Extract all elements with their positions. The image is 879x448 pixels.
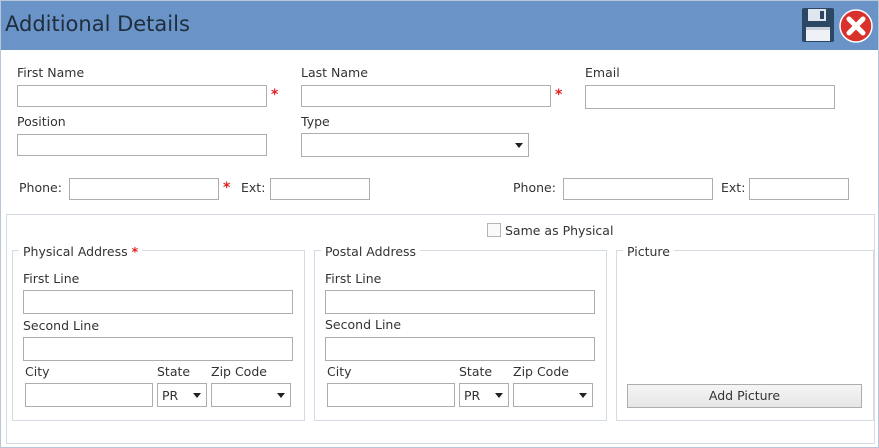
- physical-first-line-input[interactable]: [23, 290, 293, 314]
- phone-input[interactable]: [69, 178, 219, 200]
- same-as-physical-label: Same as Physical: [505, 223, 614, 238]
- close-circle-icon[interactable]: [839, 9, 873, 43]
- first-name-input[interactable]: [17, 85, 267, 107]
- postal-state-label: State: [459, 364, 493, 379]
- postal-second-line-input[interactable]: [325, 337, 595, 361]
- postal-state-value: PR: [464, 388, 481, 403]
- postal-city-label: City: [327, 364, 352, 379]
- postal-second-line-label: Second Line: [325, 317, 402, 332]
- postal-first-line-input[interactable]: [325, 290, 595, 314]
- window-title: Additional Details: [5, 12, 190, 36]
- last-name-input[interactable]: [301, 85, 551, 107]
- physical-second-line-label: Second Line: [23, 318, 100, 333]
- add-picture-button[interactable]: Add Picture: [627, 384, 862, 408]
- first-name-required-marker: *: [271, 87, 279, 103]
- postal-first-line-label: First Line: [325, 271, 382, 286]
- last-name-label: Last Name: [301, 65, 368, 80]
- same-as-physical-checkbox[interactable]: [487, 223, 501, 237]
- picture-title: Picture: [623, 244, 674, 259]
- physical-first-line-label: First Line: [23, 271, 80, 286]
- chevron-down-icon: [277, 393, 285, 398]
- ext-label: Ext:: [241, 180, 266, 195]
- postal-zip-label: Zip Code: [513, 364, 569, 379]
- additional-details-window: Additional Details First Name * Last Nam…: [0, 0, 879, 448]
- physical-city-label: City: [25, 364, 50, 379]
- chevron-down-icon: [495, 393, 503, 398]
- postal-address-title: Postal Address: [321, 244, 421, 259]
- title-bar: Additional Details: [1, 1, 878, 50]
- physical-state-label: State: [157, 364, 191, 379]
- email-label: Email: [585, 65, 620, 80]
- physical-zip-select[interactable]: [211, 383, 291, 407]
- physical-zip-label: Zip Code: [211, 364, 267, 379]
- chevron-down-icon: [193, 393, 201, 398]
- chevron-down-icon: [515, 143, 523, 148]
- postal-state-select[interactable]: PR: [459, 383, 509, 407]
- ext-2-label: Ext:: [721, 180, 746, 195]
- physical-address-required-marker: *: [131, 244, 139, 259]
- last-name-required-marker: *: [555, 87, 563, 103]
- physical-second-line-input[interactable]: [23, 337, 293, 361]
- postal-zip-select[interactable]: [513, 383, 593, 407]
- postal-city-input[interactable]: [327, 383, 455, 407]
- phone-2-label: Phone:: [513, 180, 556, 195]
- email-input[interactable]: [585, 85, 835, 109]
- phone-2-input[interactable]: [563, 178, 713, 200]
- position-label: Position: [17, 114, 66, 129]
- physical-address-title: Physical Address *: [19, 244, 143, 259]
- physical-state-value: PR: [162, 388, 179, 403]
- physical-address-title-text: Physical Address: [23, 244, 128, 259]
- phone-label: Phone:: [19, 180, 62, 195]
- ext-input[interactable]: [270, 178, 370, 200]
- type-label: Type: [301, 114, 330, 129]
- position-input[interactable]: [17, 134, 267, 156]
- type-select[interactable]: [301, 133, 529, 157]
- physical-state-select[interactable]: PR: [157, 383, 207, 407]
- first-name-label: First Name: [17, 65, 85, 80]
- save-floppy-icon[interactable]: [801, 7, 835, 43]
- chevron-down-icon: [579, 393, 587, 398]
- phone-required-marker: *: [223, 180, 231, 196]
- ext-2-input[interactable]: [749, 178, 849, 200]
- physical-city-input[interactable]: [25, 383, 153, 407]
